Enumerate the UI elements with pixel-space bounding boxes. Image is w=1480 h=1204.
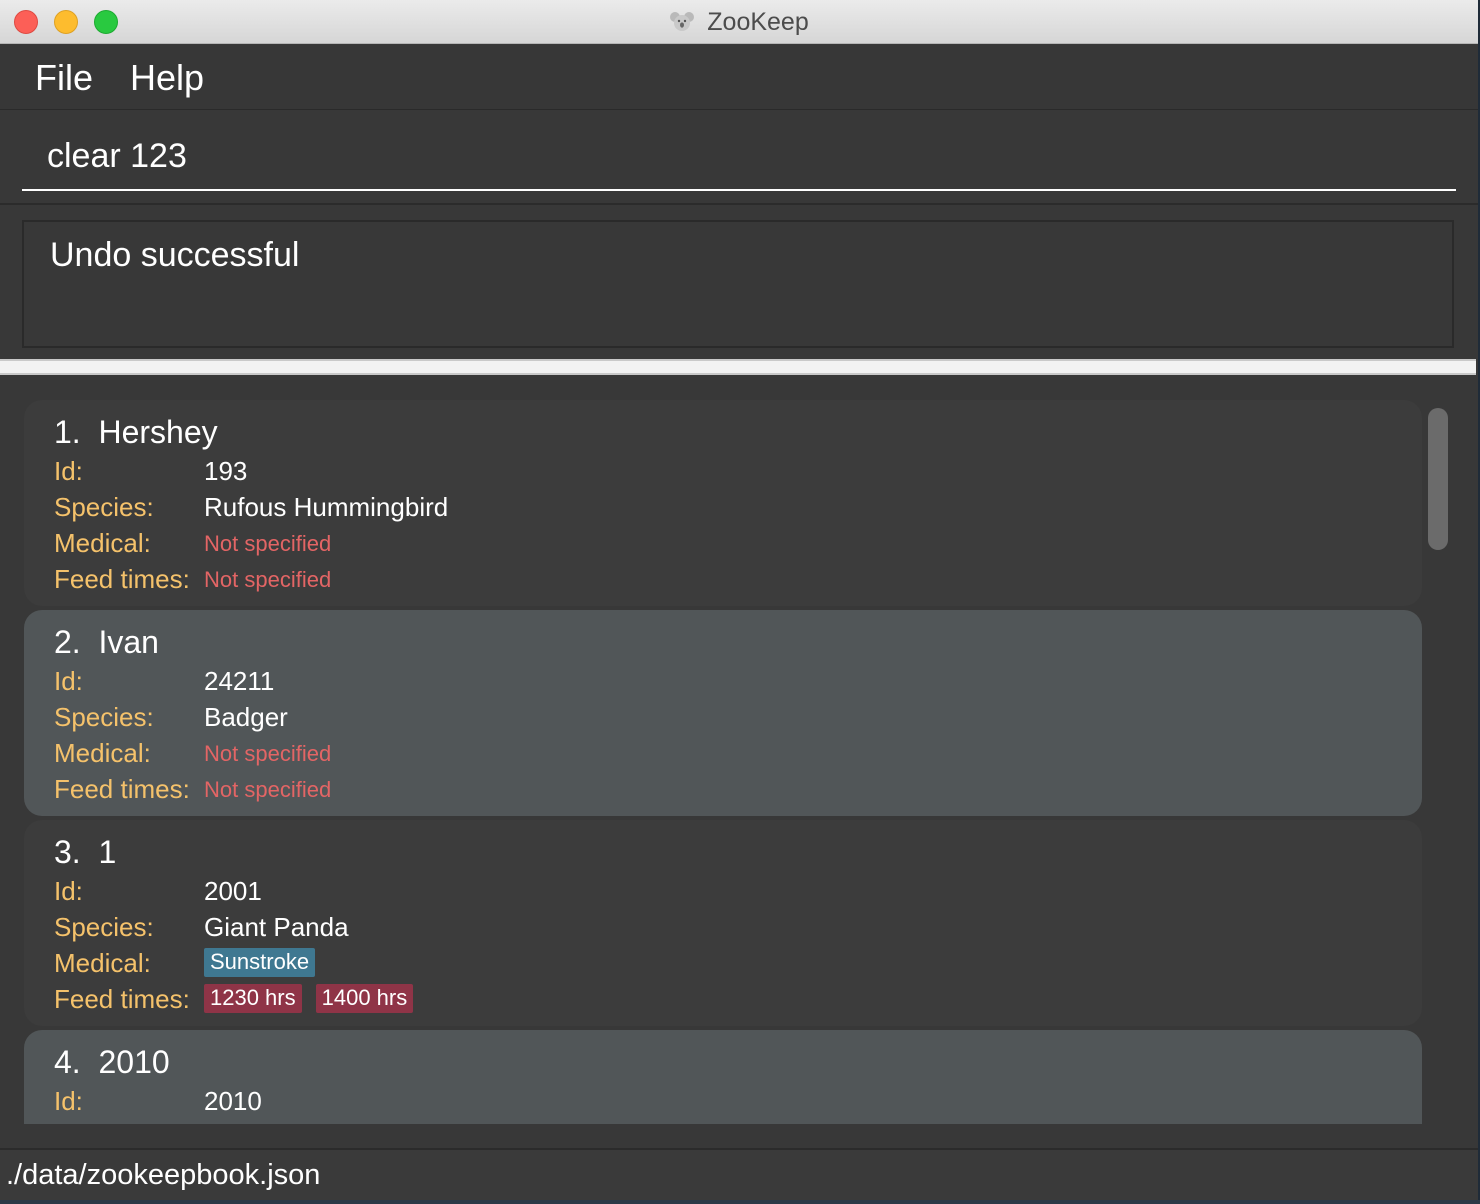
title-bar[interactable]: ZooKeep	[0, 0, 1478, 44]
medical-row: Medical: Not specified	[54, 528, 1394, 562]
feed-times-label: Feed times:	[54, 774, 190, 804]
feed-times-row: Feed times: Not specified	[54, 564, 1394, 598]
animal-list-panel: 1. Hershey Id: 193 Species: Rufous Hummi…	[0, 375, 1478, 1146]
species-label: Species:	[54, 912, 154, 942]
save-file-path: ./data/zookeepbook.json	[6, 1159, 321, 1191]
feed-times-row: Feed times: 1230 hrs 1400 hrs	[54, 984, 1394, 1018]
feed-time-tag: 1400 hrs	[315, 984, 414, 1013]
feed-times-value: Not specified	[204, 777, 332, 802]
animal-card[interactable]: 1. Hershey Id: 193 Species: Rufous Hummi…	[24, 400, 1422, 606]
animal-list[interactable]: 1. Hershey Id: 193 Species: Rufous Hummi…	[24, 400, 1422, 1124]
feed-times-label: Feed times:	[54, 984, 190, 1014]
animal-name: 2. Ivan	[54, 624, 159, 660]
menu-bar: File Help	[0, 45, 1478, 110]
medical-value: Not specified	[204, 531, 332, 556]
species-row: Species: Badger	[54, 702, 1394, 736]
animal-name: 1. Hershey	[54, 414, 218, 450]
id-label: Id:	[54, 666, 83, 696]
id-row: Id: 24211	[54, 666, 1394, 700]
result-message: Undo successful	[50, 236, 300, 274]
id-value: 2010	[204, 1086, 262, 1116]
scrollbar-thumb[interactable]	[1428, 408, 1448, 550]
desktop-background	[0, 1200, 1480, 1204]
animal-card[interactable]: 2. Ivan Id: 24211 Species: Badger Medica…	[24, 610, 1422, 816]
species-value: Badger	[204, 702, 288, 732]
feed-times-row: Feed times: Not specified	[54, 774, 1394, 808]
species-value: Rufous Hummingbird	[204, 492, 449, 522]
split-pane-divider[interactable]	[0, 359, 1476, 375]
menu-help[interactable]: Help	[130, 57, 204, 99]
id-value: 2001	[204, 876, 262, 906]
species-value: Giant Panda	[204, 912, 349, 942]
medical-tag: Sunstroke	[204, 948, 316, 977]
command-box	[0, 111, 1478, 205]
feed-time-tags: 1230 hrs 1400 hrs	[204, 984, 414, 1013]
medical-row: Medical: Sunstroke	[54, 948, 1394, 982]
id-row: Id: 2001	[54, 876, 1394, 910]
species-label: Species:	[54, 702, 154, 732]
animal-name: 4. 2010	[54, 1044, 170, 1080]
status-bar: ./data/zookeepbook.json	[0, 1148, 1478, 1200]
feed-times-label: Feed times:	[54, 564, 190, 594]
animal-card[interactable]: 3. 1 Id: 2001 Species: Giant Panda Medic…	[24, 820, 1422, 1026]
animal-name: 3. 1	[54, 834, 117, 870]
id-value: 193	[204, 456, 248, 486]
medical-row: Medical: Not specified	[54, 738, 1394, 772]
id-row: Id: 2010	[54, 1086, 1394, 1120]
species-label: Species:	[54, 492, 154, 522]
medical-tags: Sunstroke	[204, 948, 316, 977]
id-row: Id: 193	[54, 456, 1394, 490]
window-title: ZooKeep	[707, 7, 809, 36]
medical-label: Medical:	[54, 738, 151, 768]
species-row: Species: Giant Panda	[54, 912, 1394, 946]
koala-icon	[670, 12, 695, 31]
menu-file[interactable]: File	[35, 57, 93, 99]
feed-times-value: Not specified	[204, 567, 332, 592]
result-box[interactable]: Undo successful	[22, 220, 1454, 348]
medical-label: Medical:	[54, 528, 151, 558]
app-window: ZooKeep File Help Undo successful 1. Her…	[0, 0, 1478, 1200]
feed-time-tag: 1230 hrs	[204, 984, 302, 1013]
list-scrollbar[interactable]	[1424, 400, 1454, 1124]
result-display: Undo successful	[0, 207, 1478, 359]
command-input[interactable]	[22, 123, 1456, 191]
id-value: 24211	[204, 666, 275, 696]
id-label: Id:	[54, 1086, 83, 1116]
medical-value: Not specified	[204, 741, 332, 766]
id-label: Id:	[54, 876, 83, 906]
animal-card[interactable]: 4. 2010 Id: 2010	[24, 1030, 1422, 1124]
species-row: Species: Rufous Hummingbird	[54, 492, 1394, 526]
id-label: Id:	[54, 456, 83, 486]
medical-label: Medical:	[54, 948, 151, 978]
